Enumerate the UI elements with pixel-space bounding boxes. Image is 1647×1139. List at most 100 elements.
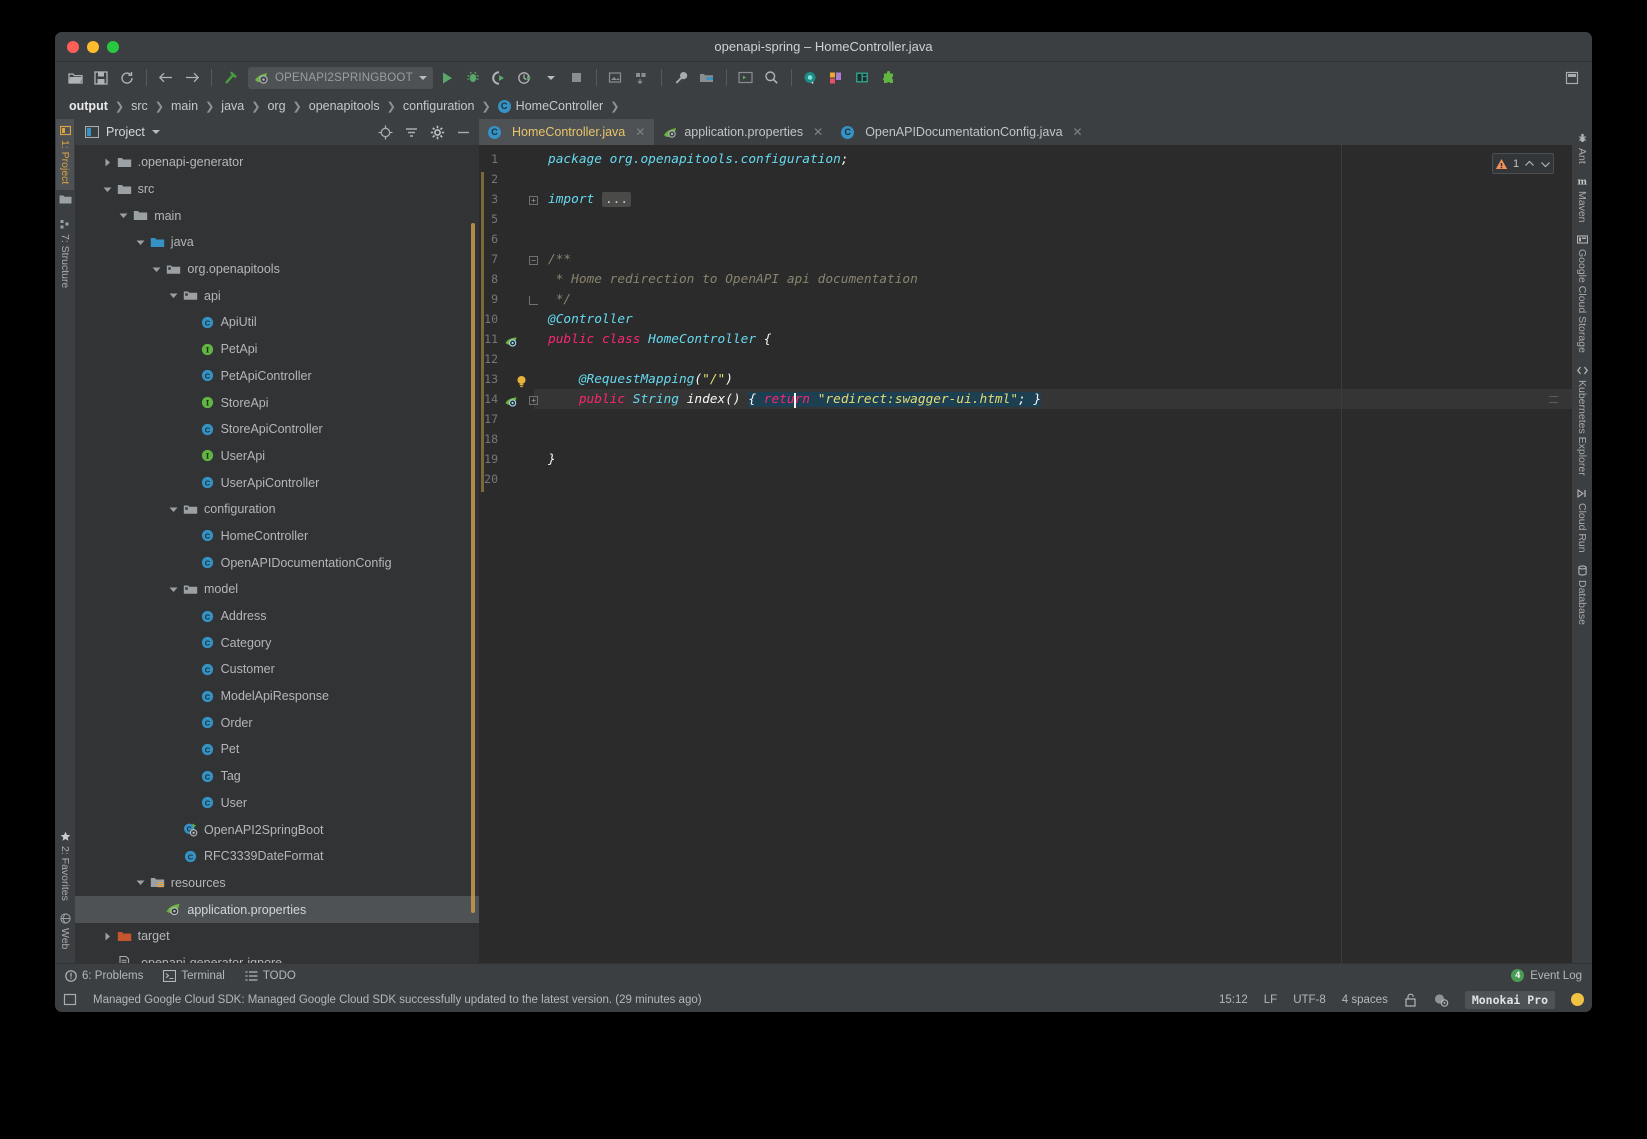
breadcrumb-item-src[interactable]: src (131, 99, 148, 113)
tree-node[interactable]: target (75, 923, 479, 950)
sidebar-item-favorites[interactable]: 2: Favorites (56, 825, 74, 907)
forward-arrow-icon[interactable] (180, 67, 204, 89)
file-encoding[interactable]: UTF-8 (1293, 994, 1326, 1006)
tree-node[interactable]: resources (75, 870, 479, 897)
inspection-icon[interactable] (1433, 993, 1449, 1007)
sidebar-item-web[interactable]: Web (56, 907, 74, 955)
fold-expand-icon[interactable]: + (529, 396, 538, 405)
chevron-down-icon[interactable] (419, 76, 427, 80)
tree-node[interactable]: .openapi-generator-ignore (75, 950, 479, 963)
chevron-down-icon[interactable] (135, 877, 146, 888)
debug-icon[interactable] (461, 67, 485, 89)
breadcrumb-item-org[interactable]: org (267, 99, 285, 113)
tree-node[interactable]: src (75, 176, 479, 203)
tree-node[interactable]: CModelApiResponse (75, 683, 479, 710)
window-controls[interactable] (67, 41, 119, 53)
tree-node[interactable]: java (75, 229, 479, 256)
maximize-window-button[interactable] (107, 41, 119, 53)
tree-node[interactable]: configuration (75, 496, 479, 523)
inspection-widget[interactable]: 1 (1492, 153, 1554, 174)
sidebar-item-structure[interactable]: 7: Structure (56, 213, 74, 294)
tool-window-todo[interactable]: TODO (245, 970, 296, 982)
build-hammer-icon[interactable] (219, 67, 243, 89)
minimize-window-button[interactable] (87, 41, 99, 53)
tree-node[interactable]: IPetApi (75, 336, 479, 363)
chevron-right-icon[interactable] (102, 157, 113, 168)
cloud-code-icon[interactable] (799, 67, 823, 89)
tree-node[interactable]: CApiUtil (75, 309, 479, 336)
caret-position[interactable]: 15:12 (1219, 994, 1248, 1006)
line-separator[interactable]: LF (1264, 994, 1277, 1006)
intention-bulb-icon[interactable] (515, 373, 528, 386)
open-folder-icon[interactable] (63, 67, 87, 89)
code-editor[interactable]: 12356789101112131417181920 package org.o… (479, 145, 1572, 963)
profile-icon[interactable] (513, 67, 537, 89)
tree-node[interactable]: CPet (75, 736, 479, 763)
close-icon[interactable]: ✕ (635, 125, 645, 139)
tab-application-properties[interactable]: application.properties ✕ (654, 119, 832, 145)
vcs-change-marker[interactable] (481, 172, 484, 492)
tree-node[interactable]: COpenAPI2SpringBoot (75, 816, 479, 843)
chevron-down-icon[interactable] (168, 504, 179, 515)
fold-collapse-icon[interactable]: − (529, 256, 538, 265)
collapse-all-icon[interactable] (404, 125, 419, 140)
tree-node[interactable]: COpenAPIDocumentationConfig (75, 549, 479, 576)
tab-homecontroller-java[interactable]: C HomeController.java ✕ (479, 119, 654, 145)
back-arrow-icon[interactable] (154, 67, 178, 89)
profile-dropdown-icon[interactable] (539, 67, 563, 89)
breadcrumb-item-homecontroller[interactable]: HomeController (516, 99, 604, 113)
run-coverage-icon[interactable] (487, 67, 511, 89)
chevron-down-icon[interactable] (135, 237, 146, 248)
wrench-icon[interactable] (669, 67, 693, 89)
spring-bean-icon[interactable] (505, 333, 518, 346)
breadcrumb-item-java[interactable]: java (221, 99, 244, 113)
chevron-down-icon[interactable] (151, 264, 162, 275)
tab-openapidocumentationconfig-java[interactable]: C OpenAPIDocumentationConfig.java ✕ (832, 119, 1091, 145)
tree-node[interactable]: main (75, 202, 479, 229)
indent-setting[interactable]: 4 spaces (1342, 994, 1388, 1006)
tree-node[interactable]: CPetApiController (75, 363, 479, 390)
sidebar-item-maven[interactable]: m Maven (1573, 170, 1591, 229)
code-content[interactable]: package org.openapitools.configuration;i… (548, 145, 1572, 963)
tree-node[interactable]: CAddress (75, 603, 479, 630)
tree-node[interactable]: org.openapitools (75, 256, 479, 283)
sort-icon[interactable] (630, 67, 654, 89)
search-everywhere-icon[interactable] (760, 67, 784, 89)
chevron-down-icon[interactable] (102, 184, 113, 195)
chevron-down-icon[interactable] (168, 584, 179, 595)
close-icon[interactable]: ✕ (1073, 125, 1083, 139)
tree-node[interactable]: CHomeController (75, 523, 479, 550)
tree-node[interactable]: CCustomer (75, 656, 479, 683)
chevron-down-icon[interactable] (118, 210, 129, 221)
project-tree-scrollbar[interactable] (471, 223, 475, 913)
tree-node[interactable]: CStoreApiController (75, 416, 479, 443)
close-icon[interactable]: ✕ (813, 125, 823, 139)
chevron-up-icon[interactable] (1524, 159, 1535, 169)
tree-node[interactable]: COrder (75, 709, 479, 736)
plugin-icon[interactable] (877, 67, 901, 89)
run-configuration-selector[interactable]: OPENAPI2SPRINGBOOT (248, 67, 433, 89)
sidebar-item-cloud-run[interactable]: Cloud Run (1573, 482, 1591, 559)
run-icon[interactable] (435, 67, 459, 89)
settings-gear-icon[interactable] (430, 125, 445, 140)
chevron-down-icon[interactable] (168, 290, 179, 301)
tool-window-terminal[interactable]: Terminal (163, 970, 224, 982)
status-message-icon[interactable] (63, 993, 77, 1006)
tree-node[interactable]: api (75, 282, 479, 309)
tree-node[interactable]: CUser (75, 790, 479, 817)
minimize-icon[interactable] (456, 125, 471, 140)
tree-node[interactable]: CTag (75, 763, 479, 790)
save-icon[interactable] (89, 67, 113, 89)
unlocked-icon[interactable] (1404, 993, 1417, 1007)
event-log-button[interactable]: 4 Event Log (1511, 969, 1582, 982)
locate-icon[interactable] (378, 125, 393, 140)
project-view-chevron-down-icon[interactable] (152, 130, 160, 134)
sidebar-item-ant[interactable]: Ant (1573, 127, 1591, 170)
breadcrumb-item-main[interactable]: main (171, 99, 198, 113)
breadcrumb-item-openapitools[interactable]: openapitools (309, 99, 380, 113)
close-window-button[interactable] (67, 41, 79, 53)
tool-window-problems[interactable]: 6: Problems (65, 970, 143, 982)
project-structure-icon[interactable] (695, 67, 719, 89)
tree-node[interactable]: CCategory (75, 629, 479, 656)
settings-icon[interactable] (1560, 67, 1584, 89)
